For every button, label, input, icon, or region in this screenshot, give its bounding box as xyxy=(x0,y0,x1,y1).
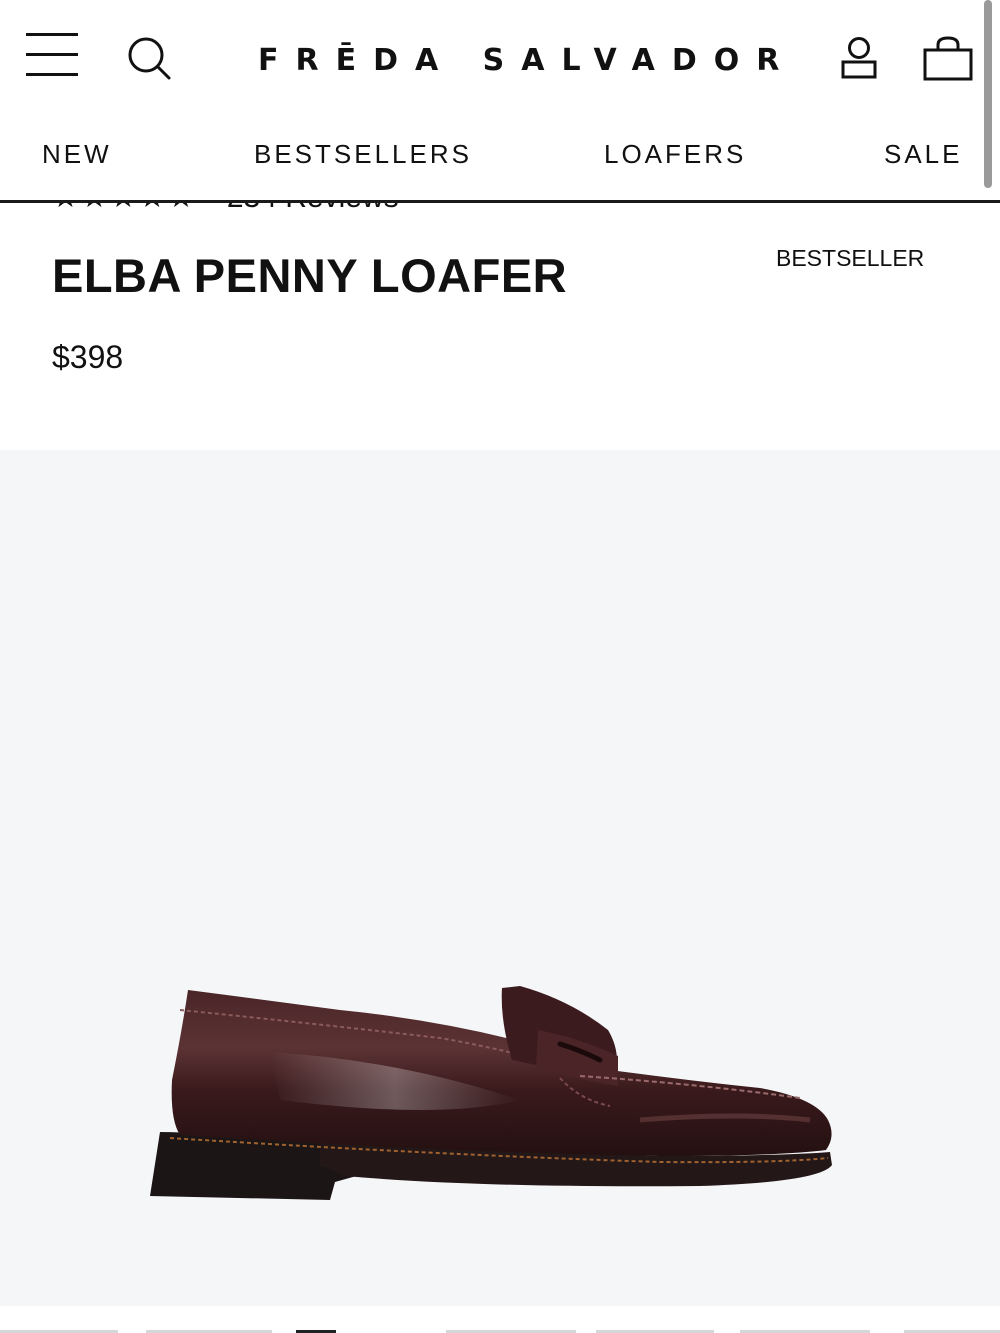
loafer-product-image xyxy=(150,986,832,1200)
hamburger-menu-icon[interactable] xyxy=(26,31,78,79)
nav-item-new[interactable]: NEW xyxy=(42,134,112,174)
account-icon[interactable] xyxy=(838,36,880,80)
brand-logo[interactable]: FRĒDA SALVADOR xyxy=(258,40,779,82)
product-image-gallery[interactable] xyxy=(0,450,1000,1306)
nav-item-loafers[interactable]: LOAFERS xyxy=(604,134,746,174)
nav-item-sale[interactable]: SALE xyxy=(884,134,963,174)
shopping-bag-icon[interactable] xyxy=(922,36,974,82)
product-price: $398 xyxy=(52,339,124,375)
gallery-thumbnail-strip[interactable] xyxy=(0,1318,1000,1333)
search-icon[interactable] xyxy=(126,35,172,81)
scrollbar[interactable] xyxy=(984,0,992,188)
site-header: FRĒDA SALVADOR NEW BESTSELLERS LOAFERS S… xyxy=(0,0,1000,203)
main-nav: NEW BESTSELLERS LOAFERS SALE xyxy=(0,134,1000,174)
bestseller-badge: BESTSELLER xyxy=(776,245,925,271)
product-title: ELBA PENNY LOAFER xyxy=(52,249,568,302)
nav-item-bestsellers[interactable]: BESTSELLERS xyxy=(254,134,472,174)
